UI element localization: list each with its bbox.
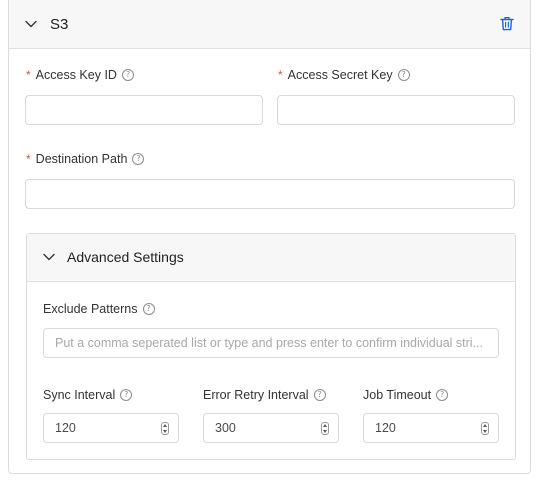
access-key-id-label-text: Access Key ID	[35, 68, 117, 82]
exclude-patterns-input[interactable]	[43, 328, 499, 358]
destination-path-label: * Destination Path ?	[26, 152, 145, 166]
help-icon[interactable]: ?	[121, 69, 134, 81]
number-stepper-icon[interactable]	[481, 422, 489, 435]
advanced-settings-title: Advanced Settings	[67, 249, 184, 265]
job-timeout-input[interactable]: 120	[363, 413, 499, 443]
help-icon[interactable]: ?	[120, 389, 133, 401]
error-retry-interval-input[interactable]: 300	[203, 413, 339, 443]
error-retry-interval-label-text: Error Retry Interval	[203, 388, 309, 402]
chevron-down-icon[interactable]	[24, 18, 38, 30]
access-key-id-input[interactable]	[25, 95, 263, 125]
access-secret-key-label: * Access Secret Key ?	[278, 68, 410, 82]
panel-header[interactable]: S3	[9, 0, 530, 49]
help-icon[interactable]: ?	[397, 69, 410, 81]
help-icon[interactable]: ?	[132, 153, 145, 165]
chevron-down-icon[interactable]	[42, 252, 56, 262]
sync-interval-label-text: Sync Interval	[43, 388, 116, 402]
number-stepper-icon[interactable]	[161, 422, 169, 435]
sync-interval-value: 120	[55, 421, 76, 435]
help-icon[interactable]: ?	[142, 303, 155, 315]
sync-interval-input[interactable]: 120	[43, 413, 179, 443]
exclude-patterns-label: Exclude Patterns ?	[43, 302, 155, 316]
required-mark: *	[26, 152, 31, 166]
sync-interval-label: Sync Interval ?	[43, 388, 133, 402]
access-key-id-label: * Access Key ID ?	[26, 68, 134, 82]
destination-path-label-text: Destination Path	[35, 152, 128, 166]
help-icon[interactable]: ?	[436, 389, 449, 401]
access-secret-key-label-text: Access Secret Key	[287, 68, 393, 82]
number-stepper-icon[interactable]	[321, 422, 329, 435]
trash-icon[interactable]	[500, 16, 516, 32]
error-retry-interval-value: 300	[215, 421, 236, 435]
panel-title: S3	[50, 15, 69, 33]
advanced-settings-header[interactable]: Advanced Settings	[27, 234, 515, 282]
exclude-patterns-label-text: Exclude Patterns	[43, 302, 138, 316]
required-mark: *	[26, 68, 31, 82]
help-icon[interactable]: ?	[313, 389, 326, 401]
s3-destination-panel: S3 * Access Key ID ? * Access Secret Key…	[8, 0, 531, 474]
error-retry-interval-label: Error Retry Interval ?	[203, 388, 326, 402]
required-mark: *	[278, 68, 283, 82]
job-timeout-value: 120	[375, 421, 396, 435]
destination-path-input[interactable]	[25, 179, 515, 209]
job-timeout-label: Job Timeout ?	[363, 388, 449, 402]
advanced-settings-section: Advanced Settings Exclude Patterns ? Syn…	[26, 233, 516, 460]
access-secret-key-input[interactable]	[277, 95, 515, 125]
job-timeout-label-text: Job Timeout	[363, 388, 432, 402]
